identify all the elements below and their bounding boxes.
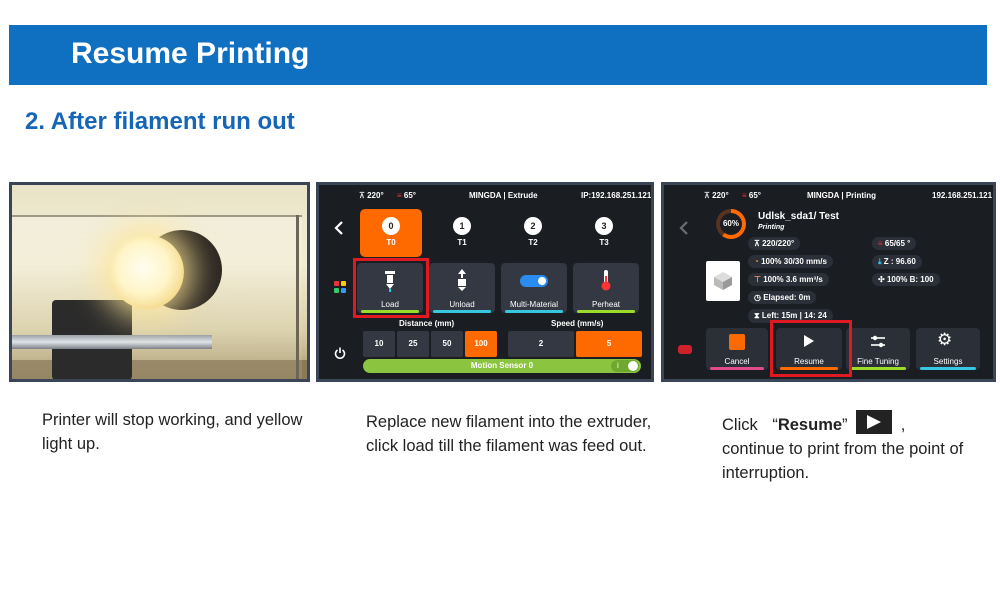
fine-tuning-button[interactable]: Fine Tuning [846, 328, 910, 370]
apps-icon[interactable] [334, 281, 346, 293]
speed-2[interactable]: 2 [508, 331, 574, 357]
title-banner: Resume Printing [9, 25, 987, 85]
printer-photo-panel [9, 182, 310, 382]
bed-temp: ≡ 65° [742, 191, 762, 200]
distance-25[interactable]: 25 [397, 331, 429, 357]
status-bar: ⊼ 220° ≡ 65° MINGDA | Extrude IP:192.168… [319, 191, 651, 205]
z-axis-icon: ⤓ [878, 257, 882, 266]
power-icon[interactable] [334, 347, 346, 359]
load-highlight-box [353, 258, 429, 318]
nozzle-temp-row: ⊼ 220/220° [748, 237, 801, 250]
model-thumbnail [706, 261, 740, 301]
clock-icon: ◷ [754, 293, 761, 302]
print-state: Printing [758, 224, 785, 231]
sensor-toggle[interactable]: i [611, 360, 639, 372]
speed-label: Speed (mm/s) [551, 319, 604, 328]
nozzle-temp: ⊼ 220° [704, 191, 729, 200]
caption-step-1: Printer will stop working, and yellow li… [42, 411, 303, 453]
bed-temp-row: ≡ 65/65 ° [872, 237, 917, 250]
fan-row: ✣ 100% B: 100 [872, 273, 940, 286]
back-arrow-icon[interactable] [334, 221, 344, 235]
printer-light-photo [12, 185, 307, 379]
extrude-screen-panel: ⊼ 220° ≡ 65° MINGDA | Extrude IP:192.168… [316, 182, 654, 382]
emergency-stop-icon[interactable] [678, 345, 692, 354]
back-arrow-icon[interactable] [679, 221, 689, 235]
progress-ring: 60% [716, 209, 746, 239]
fan-icon: ✣ [878, 275, 885, 284]
page-title: Resume Printing [71, 37, 310, 70]
extruder-icon: ⊤ [754, 275, 761, 284]
status-bar: ⊼ 220° ≡ 65° MINGDA | Printing 192.168.2… [664, 191, 993, 205]
toggle-icon [520, 275, 548, 287]
tool-t0[interactable]: 0 T0 [360, 209, 422, 257]
unload-icon [458, 269, 466, 291]
resume-keyword: Resume [777, 416, 843, 434]
extruder-icon: 3 [595, 217, 613, 235]
preheat-button[interactable]: Perheat [573, 263, 639, 313]
ip-address: IP:192.168.251.121 [581, 191, 652, 200]
tool-t1[interactable]: 1 T1 [431, 209, 493, 257]
nozzle-icon: ⊼ [359, 191, 365, 200]
screen-title: MINGDA | Extrude [469, 191, 538, 200]
cube-icon [714, 272, 732, 290]
cancel-button[interactable]: Cancel [706, 328, 768, 370]
settings-button[interactable]: ⚙ Settings [916, 328, 980, 370]
extruder-icon: 0 [382, 217, 400, 235]
file-name: Udlsk_sda1/ Test [758, 211, 839, 222]
bed-temp: ≡ 65° [397, 191, 417, 200]
stop-icon [729, 334, 745, 350]
unload-button[interactable]: Unload [429, 263, 495, 313]
bed-icon: ≡ [397, 191, 402, 200]
distance-50[interactable]: 50 [431, 331, 463, 357]
speed-5[interactable]: 5 [576, 331, 642, 357]
thermometer-icon [601, 270, 611, 291]
screen-title: MINGDA | Printing [807, 191, 877, 200]
resume-highlight-box [770, 320, 852, 377]
bed-icon: ≡ [878, 239, 883, 248]
nozzle-icon: ⊼ [754, 239, 760, 248]
speedometer-icon: ◔ [754, 257, 759, 266]
multi-material-button[interactable]: Multi-Material [501, 263, 567, 313]
z-height-row: ⤓ Z : 96.60 [872, 255, 922, 269]
motion-sensor-bar[interactable]: Motion Sensor 0 i [363, 359, 641, 373]
distance-label: Distance (mm) [399, 319, 455, 328]
speed-row: ◔ 100% 30/30 mm/s [748, 255, 833, 268]
sliders-icon [871, 335, 885, 348]
hourglass-icon: ⧗ [754, 311, 760, 320]
play-button-icon [856, 410, 893, 434]
caption-step-3: Click “Resume” , continue to print from … [722, 410, 992, 485]
tool-t3[interactable]: 3 T3 [573, 209, 635, 257]
distance-10[interactable]: 10 [363, 331, 395, 357]
extruder-icon: 2 [524, 217, 542, 235]
bed-icon: ≡ [742, 191, 747, 200]
gear-icon: ⚙ [937, 330, 953, 349]
printing-screen-panel: ⊼ 220° ≡ 65° MINGDA | Printing 192.168.2… [661, 182, 996, 382]
flow-row: ⊤ 100% 3.6 mm³/s [748, 273, 829, 286]
caption-step-2: Replace new filament into the extruder, … [366, 413, 652, 455]
nozzle-temp: ⊼ 220° [359, 191, 384, 200]
nozzle-icon: ⊼ [704, 191, 710, 200]
yellow-light [110, 235, 184, 309]
ip-address: 192.168.251.121 [932, 191, 993, 200]
section-title: 2. After filament run out [25, 108, 295, 135]
elapsed-row: ◷ Elapsed: 0m [748, 291, 817, 304]
distance-100[interactable]: 100 [465, 331, 497, 357]
tool-t2[interactable]: 2 T2 [502, 209, 564, 257]
extruder-icon: 1 [453, 217, 471, 235]
